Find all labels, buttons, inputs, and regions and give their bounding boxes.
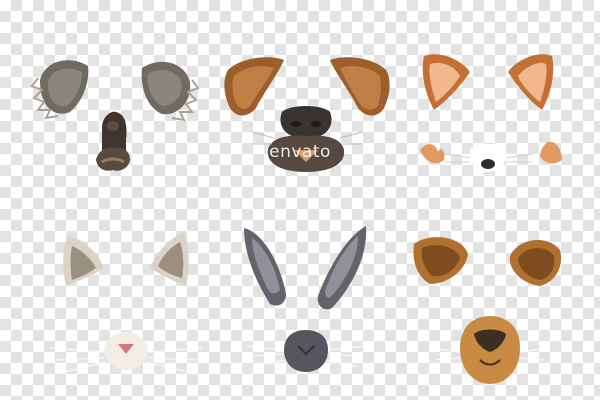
lion-mask [413, 237, 562, 384]
watermark: envato [0, 142, 600, 162]
lion-right-ear [509, 239, 562, 286]
transparent-canvas: envato [0, 0, 600, 400]
lion-left-ear [413, 237, 468, 284]
watermark-text: envato [269, 142, 331, 162]
lion-nose [429, 316, 551, 384]
